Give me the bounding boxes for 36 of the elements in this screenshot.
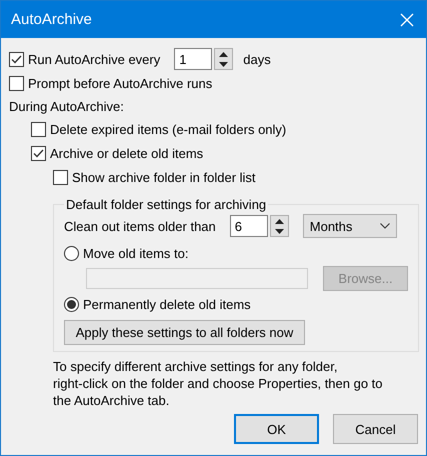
radio-button[interactable] xyxy=(64,296,79,312)
radio-button[interactable] xyxy=(64,246,79,260)
radio-label[interactable]: Move old items to: xyxy=(83,246,188,260)
close-icon[interactable] xyxy=(400,12,414,26)
spin-up-button[interactable] xyxy=(270,216,288,226)
spin-down-button[interactable] xyxy=(270,226,288,236)
checkbox[interactable] xyxy=(9,76,24,90)
window-title: AutoArchive xyxy=(11,11,92,28)
field-label: Clean out items older than xyxy=(64,218,216,234)
triangle-down-icon xyxy=(219,62,228,66)
chevron-down-icon xyxy=(380,223,390,229)
checkbox[interactable] xyxy=(31,122,46,136)
section-label: During AutoArchive: xyxy=(9,98,124,114)
group-title: Default folder settings for archiving xyxy=(65,197,268,212)
checkbox-label[interactable]: Show archive folder in folder list xyxy=(72,170,256,184)
radio-label[interactable]: Permanently delete old items xyxy=(83,296,251,312)
checkbox[interactable] xyxy=(9,52,24,66)
unit-label: days xyxy=(243,52,271,66)
spin-up-button[interactable] xyxy=(215,49,232,59)
checkbox[interactable] xyxy=(31,146,46,160)
checkbox-label[interactable]: Delete expired items (e-mail folders only) xyxy=(50,122,286,136)
spin-down-button[interactable] xyxy=(215,59,232,69)
period-dropdown[interactable]: Months xyxy=(302,214,397,238)
apply-button[interactable]: Apply these settings to all folders now xyxy=(64,320,305,345)
info-text: To specify different archive settings for any folder, right-click on the folder and choose Properties, then go to the AutoArchive tab. xyxy=(53,358,384,409)
number-field[interactable]: 6 xyxy=(230,215,268,237)
triangle-up-icon xyxy=(274,218,284,224)
checkbox-label[interactable]: Prompt before AutoArchive runs xyxy=(28,76,212,90)
checkbox-label[interactable]: Run AutoArchive every xyxy=(28,52,160,66)
checkbox[interactable] xyxy=(53,170,68,184)
dialog-button[interactable]: Cancel xyxy=(333,414,418,444)
number-field[interactable]: 1 xyxy=(174,48,212,70)
triangle-up-icon xyxy=(219,52,228,56)
triangle-down-icon xyxy=(274,228,284,234)
dialog-button[interactable]: OK xyxy=(234,414,319,444)
checkbox-label[interactable]: Archive or delete old items xyxy=(50,146,204,160)
